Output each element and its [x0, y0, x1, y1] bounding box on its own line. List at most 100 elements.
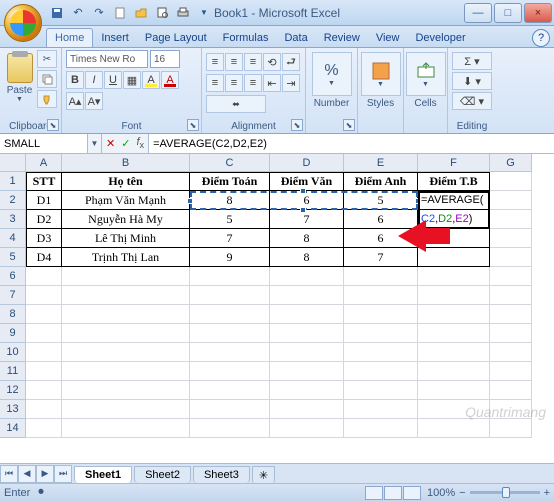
border-button[interactable]: ▦ [123, 71, 141, 89]
clipboard-launcher[interactable]: ⬊ [47, 119, 59, 131]
cell-C10[interactable] [190, 343, 270, 362]
cell-A12[interactable] [26, 381, 62, 400]
cell-F10[interactable] [418, 343, 490, 362]
help-button[interactable]: ? [532, 29, 550, 47]
font-color-button[interactable]: A [161, 71, 179, 89]
cell-D2[interactable]: 6 [270, 191, 344, 210]
italic-button[interactable]: I [85, 71, 103, 89]
tab-formulas[interactable]: Formulas [215, 29, 277, 47]
first-sheet-button[interactable]: ⏮ [0, 465, 18, 483]
cell-B13[interactable] [62, 400, 190, 419]
format-painter-button[interactable] [37, 90, 57, 108]
close-button[interactable]: × [524, 3, 552, 23]
cell-A11[interactable] [26, 362, 62, 381]
column-header-E[interactable]: E [344, 154, 418, 172]
row-header-10[interactable]: 10 [0, 343, 26, 362]
alignment-launcher[interactable]: ⬊ [291, 119, 303, 131]
sheet-tab-1[interactable]: Sheet1 [74, 466, 132, 483]
cell-F13[interactable] [418, 400, 490, 419]
cell-E13[interactable] [344, 400, 418, 419]
cell-C4[interactable]: 7 [190, 229, 270, 248]
align-middle-button[interactable]: ≡ [225, 53, 243, 71]
quick-print-icon[interactable] [174, 4, 192, 22]
row-header-8[interactable]: 8 [0, 305, 26, 324]
cell-G3[interactable] [490, 210, 532, 229]
accept-formula-button[interactable]: ✓ [121, 137, 130, 150]
row-header-13[interactable]: 13 [0, 400, 26, 419]
macro-record-icon[interactable]: ⏺ [38, 486, 44, 499]
cell-A9[interactable] [26, 324, 62, 343]
cell-A7[interactable] [26, 286, 62, 305]
cell-C8[interactable] [190, 305, 270, 324]
row-header-11[interactable]: 11 [0, 362, 26, 381]
cell-E6[interactable] [344, 267, 418, 286]
merge-center-button[interactable]: ⬌ [206, 95, 266, 113]
cell-B2[interactable]: Phạm Văn Mạnh [62, 191, 190, 210]
cell-B12[interactable] [62, 381, 190, 400]
cell-A1[interactable]: STT [26, 172, 62, 191]
cell-B3[interactable]: Nguyễn Hà My [62, 210, 190, 229]
cell-C6[interactable] [190, 267, 270, 286]
row-header-4[interactable]: 4 [0, 229, 26, 248]
cell-B9[interactable] [62, 324, 190, 343]
cell-C3[interactable]: 5 [190, 210, 270, 229]
font-name-combo[interactable]: Times New Ro [66, 50, 148, 68]
cell-D6[interactable] [270, 267, 344, 286]
decrease-indent-button[interactable]: ⇤ [263, 74, 281, 92]
tab-page-layout[interactable]: Page Layout [137, 29, 215, 47]
zoom-slider[interactable] [470, 491, 540, 494]
align-right-button[interactable]: ≡ [244, 74, 262, 92]
row-header-2[interactable]: 2 [0, 191, 26, 210]
zoom-level[interactable]: 100% [427, 487, 455, 499]
cell-B11[interactable] [62, 362, 190, 381]
align-left-button[interactable]: ≡ [206, 74, 224, 92]
row-header-14[interactable]: 14 [0, 419, 26, 438]
cell-G14[interactable] [490, 419, 532, 438]
cell-F12[interactable] [418, 381, 490, 400]
cell-E2[interactable]: 5 [344, 191, 418, 210]
name-box[interactable]: SMALL [0, 134, 88, 153]
row-header-6[interactable]: 6 [0, 267, 26, 286]
cell-C1[interactable]: Điểm Toán [190, 172, 270, 191]
cell-F14[interactable] [418, 419, 490, 438]
align-center-button[interactable]: ≡ [225, 74, 243, 92]
cell-G2[interactable] [490, 191, 532, 210]
cell-G4[interactable] [490, 229, 532, 248]
fill-color-button[interactable]: A [142, 71, 160, 89]
redo-icon[interactable]: ↷ [90, 4, 108, 22]
cell-A4[interactable]: D3 [26, 229, 62, 248]
maximize-button[interactable]: □ [494, 3, 522, 23]
cell-F3[interactable]: C2,D2,E2) [418, 210, 490, 229]
cell-F4[interactable] [418, 229, 490, 248]
name-box-dropdown[interactable]: ▼ [88, 134, 102, 153]
cell-D14[interactable] [270, 419, 344, 438]
cell-E10[interactable] [344, 343, 418, 362]
cell-F2[interactable]: =AVERAGE( [418, 191, 490, 210]
row-header-12[interactable]: 12 [0, 381, 26, 400]
cell-A14[interactable] [26, 419, 62, 438]
column-header-G[interactable]: G [490, 154, 532, 172]
underline-button[interactable]: U [104, 71, 122, 89]
cell-B14[interactable] [62, 419, 190, 438]
cell-G12[interactable] [490, 381, 532, 400]
cell-E9[interactable] [344, 324, 418, 343]
cell-E11[interactable] [344, 362, 418, 381]
cell-F11[interactable] [418, 362, 490, 381]
worksheet-grid[interactable]: ABCDEFG 1234567891011121314 STTHọ tênĐiể… [0, 154, 554, 444]
open-icon[interactable] [132, 4, 150, 22]
cell-E4[interactable]: 6 [344, 229, 418, 248]
grow-font-button[interactable]: A▴ [66, 92, 84, 110]
tab-review[interactable]: Review [316, 29, 368, 47]
cell-D1[interactable]: Điểm Văn [270, 172, 344, 191]
increase-indent-button[interactable]: ⇥ [282, 74, 300, 92]
cell-B6[interactable] [62, 267, 190, 286]
fx-button[interactable]: fx [136, 136, 144, 150]
font-launcher[interactable]: ⬊ [187, 119, 199, 131]
bold-button[interactable]: B [66, 71, 84, 89]
select-all-corner[interactable] [0, 154, 26, 172]
cell-G5[interactable] [490, 248, 532, 267]
cell-C9[interactable] [190, 324, 270, 343]
autosum-button[interactable]: Σ ▾ [452, 52, 492, 70]
number-launcher[interactable]: ⬊ [343, 119, 355, 131]
tab-data[interactable]: Data [276, 29, 315, 47]
